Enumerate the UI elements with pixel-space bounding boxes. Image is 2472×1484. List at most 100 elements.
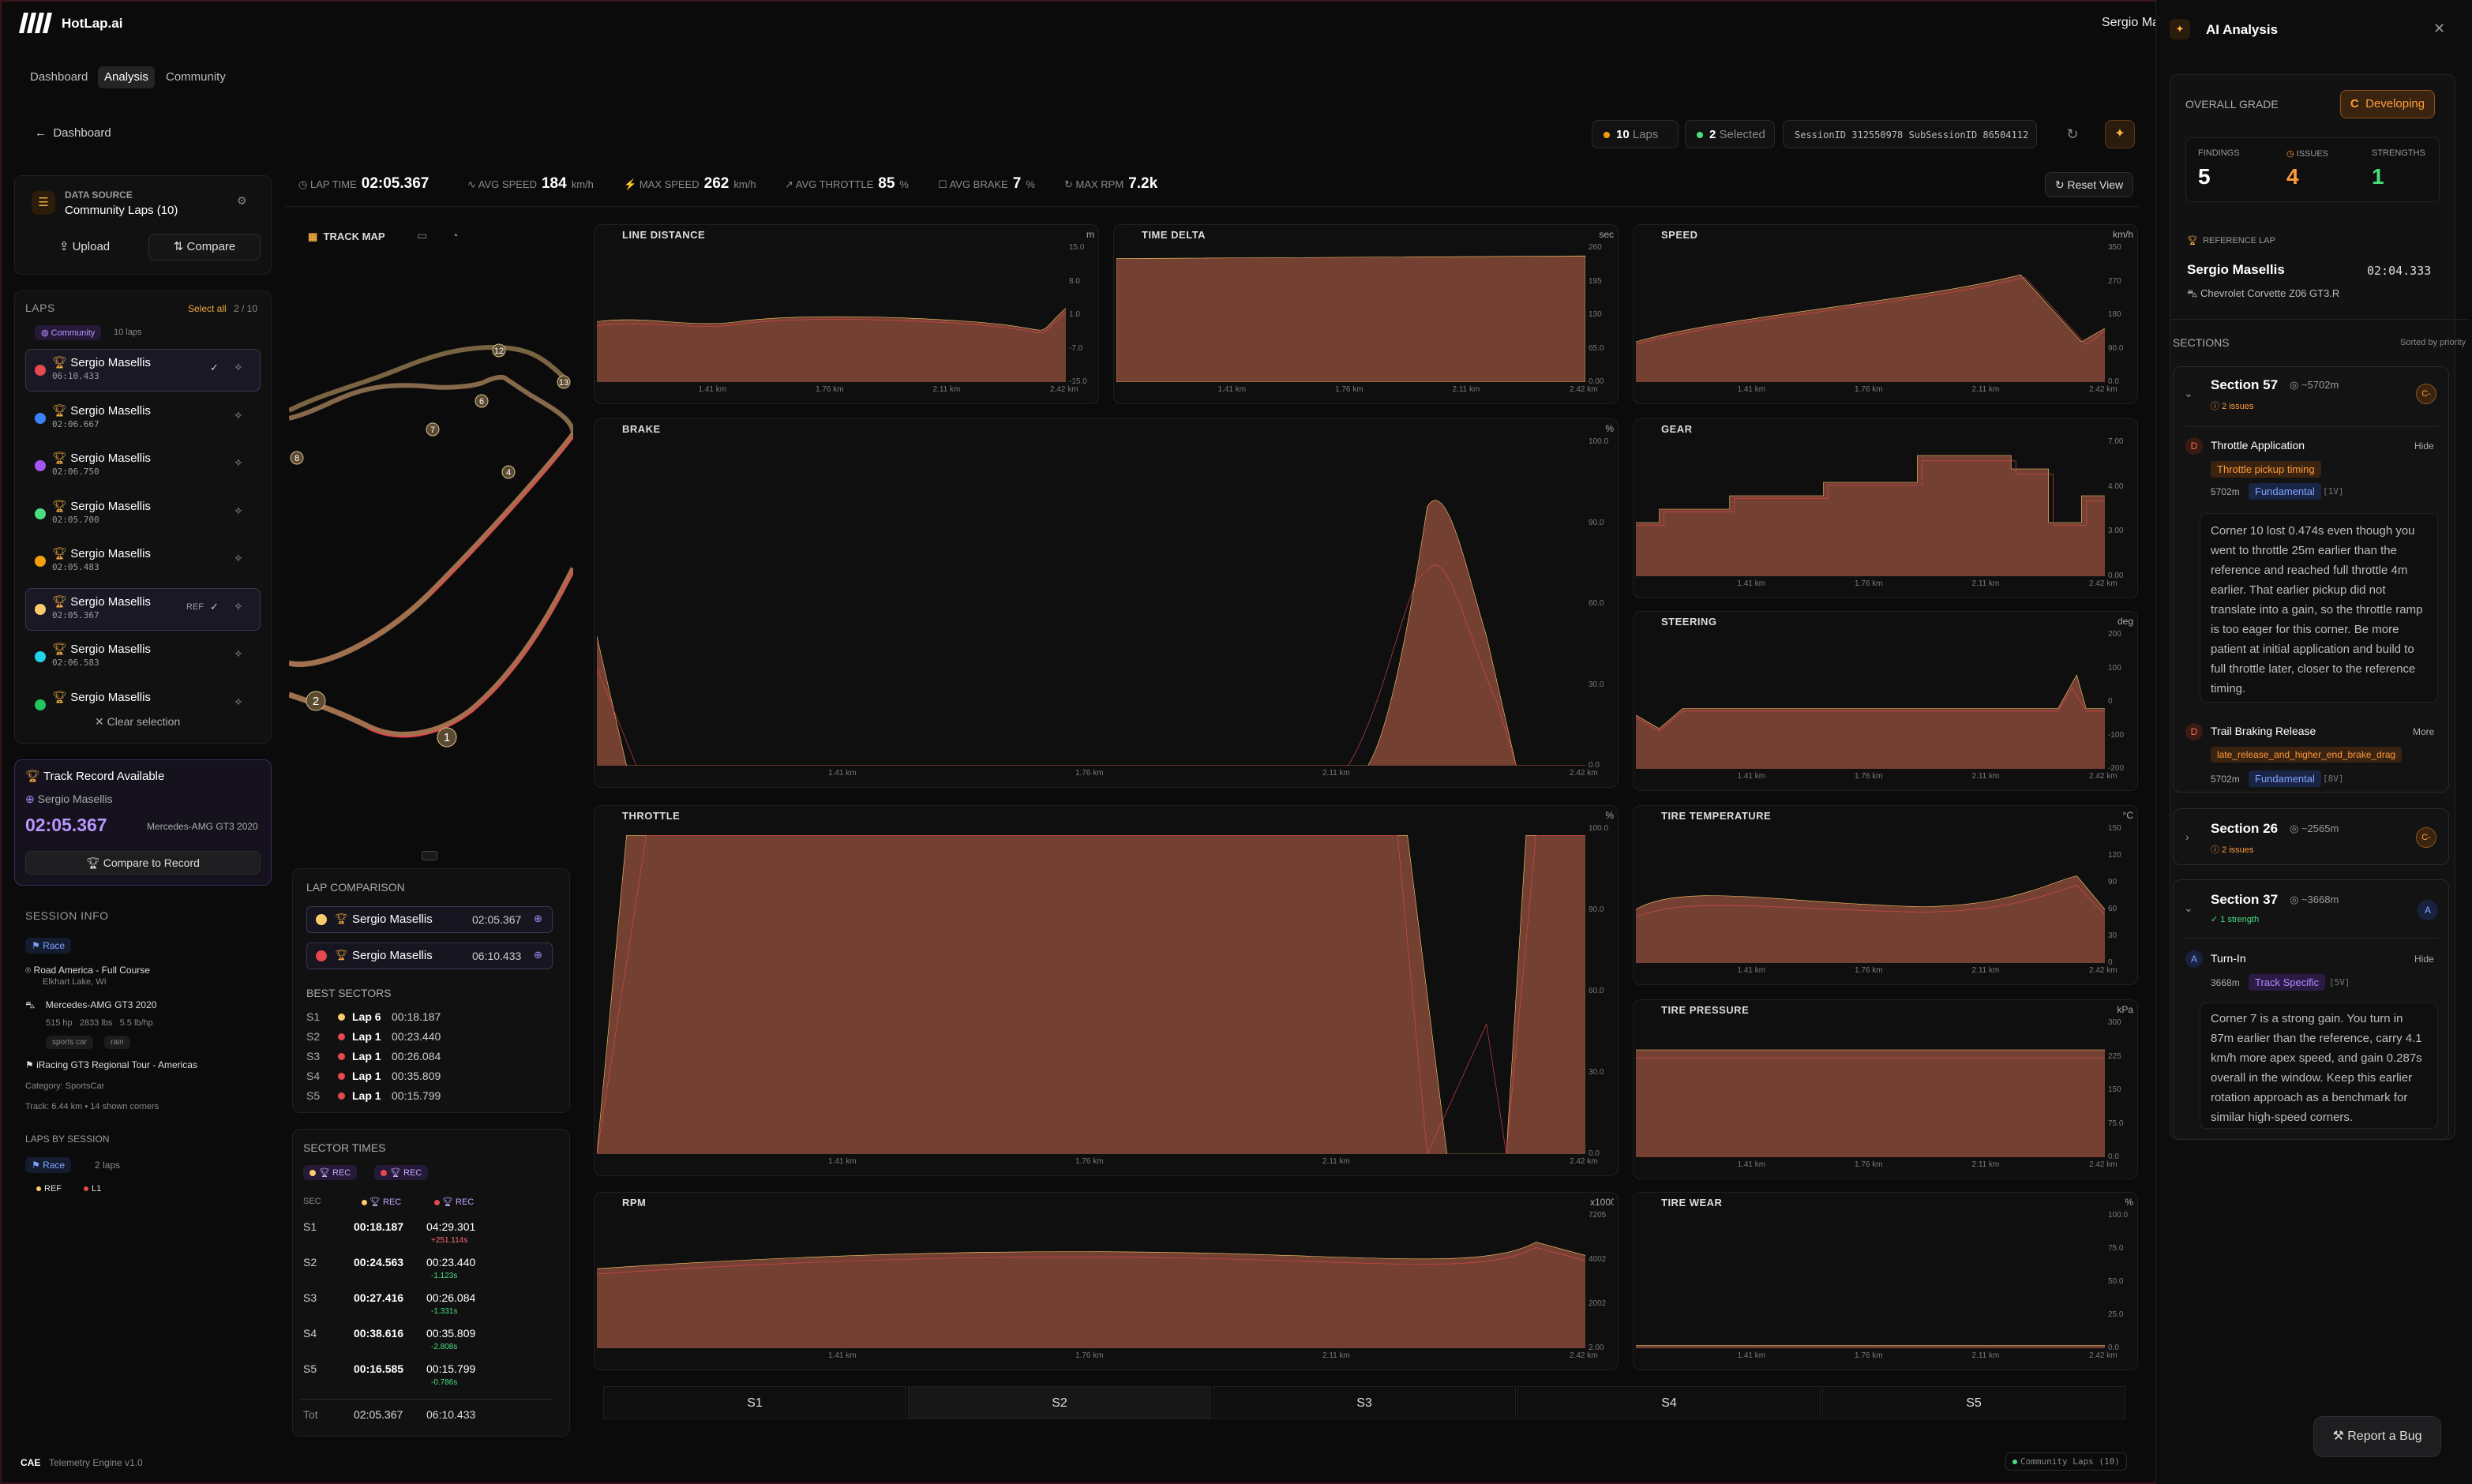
track-map[interactable]: 12 13 7 6 8 4 2 1 [289, 332, 573, 774]
check-icon: ✓ [210, 362, 219, 373]
sector-tab-s4[interactable]: S4 [1517, 1386, 1821, 1419]
palette-icon[interactable]: ◔ [452, 229, 458, 242]
nav-community[interactable]: Community [159, 66, 232, 88]
y-tick-label: 200 [2108, 630, 2121, 639]
stat-avg-throttle: ↗ AVG THROTTLE 85% [785, 175, 909, 192]
finding-hide-button[interactable]: Hide [2414, 440, 2434, 452]
y-tick-label: 150 [2108, 824, 2121, 833]
settings-icon[interactable]: ⚙ [237, 194, 247, 208]
x-tick-label: 1.41 km [1737, 579, 1766, 588]
severity-d-badge: D [2185, 723, 2203, 740]
section-26-card[interactable] [2173, 808, 2449, 865]
report-bug-button[interactable]: ⚒ Report a Bug [2313, 1416, 2441, 1457]
finding-trail-confidence: [8V] [2323, 774, 2344, 784]
stat-lap-time-value: 02:05.367 [361, 175, 430, 192]
chart-title: TIRE WEAR [1661, 1197, 1723, 1209]
sector-time-a: 00:16.585 [354, 1362, 404, 1375]
chart-unit: x1000 [1590, 1197, 1614, 1208]
track-map-tab[interactable]: ▦ TRACK MAP [308, 230, 385, 243]
globe-icon: ⊕ [534, 913, 542, 924]
overall-grade-text: Developing [2365, 97, 2425, 111]
sector-header-a: 🏆︎ REC [362, 1197, 401, 1207]
sector-tab-s2[interactable]: S2 [908, 1386, 1211, 1419]
finding-trail-tag: late_release_and_higher_end_brake_drag [2211, 747, 2403, 763]
sector-header-b-label: REC [456, 1197, 475, 1207]
sector-tab-s1[interactable]: S1 [603, 1386, 906, 1419]
best-sector-lap: Lap 1 [352, 1050, 381, 1062]
sector-tab-s5[interactable]: S5 [1822, 1386, 2125, 1419]
y-tick-label: 180 [2108, 310, 2121, 319]
corner-label: 7 [430, 425, 435, 435]
nav-analysis[interactable]: Analysis [98, 66, 155, 88]
reference-lap-label-text: REFERENCE LAP [2203, 236, 2275, 245]
sparkle-icon[interactable]: ✧ [234, 552, 243, 565]
chevron-down-icon[interactable]: ⌄ [2184, 387, 2193, 400]
lap-comparison-time: 06:10.433 [472, 950, 522, 962]
car-icon: ⛍ [25, 999, 46, 1010]
filter-count: 10 laps [114, 328, 142, 337]
sparkle-icon[interactable]: ✧ [234, 504, 243, 518]
section-57-title[interactable]: Section 57 [2211, 377, 2278, 393]
select-all-link[interactable]: Select all [188, 303, 227, 314]
sparkle-icon[interactable]: ✧ [234, 361, 243, 374]
y-tick-label: 100 [2108, 663, 2121, 673]
nav-dashboard[interactable]: Dashboard [24, 66, 94, 88]
ai-sparkle-icon[interactable]: ✦ [2105, 120, 2135, 148]
sparkle-icon[interactable]: ✧ [234, 647, 243, 661]
video-icon[interactable]: ▭ [417, 229, 427, 242]
car-icon: ⛍ [2187, 287, 2201, 299]
x-tick-label: 2.42 km [2089, 579, 2118, 588]
lap-driver-name: 🏆︎ Sergio Masellis [52, 642, 151, 656]
upload-button[interactable]: ⇪ Upload [35, 234, 134, 260]
reset-view-button[interactable]: ↻ Reset View [2045, 172, 2133, 197]
y-tick-label: 90 [2108, 878, 2118, 886]
session-car-name: Mercedes-AMG GT3 2020 [45, 999, 157, 1010]
stat-lap-time: ◷ LAP TIME 02:05.367 [298, 175, 430, 192]
chevron-right-icon[interactable]: › [2185, 830, 2189, 843]
y-tick-label: 130 [1589, 310, 1602, 319]
section-57-sub: ⓘ 2 issues [2211, 402, 2254, 411]
track-record-driver: ⊕ Sergio Masellis [25, 793, 113, 806]
section-37-title[interactable]: Section 37 [2211, 892, 2278, 908]
lap-driver-name-text: Sergio Masellis [70, 690, 151, 704]
best-sector-time: 00:23.440 [392, 1030, 441, 1043]
best-sector-label: S3 [306, 1050, 321, 1062]
best-sector-lap: Lap 1 [352, 1089, 381, 1102]
finding-more-button[interactable]: More [2413, 726, 2434, 737]
close-icon[interactable]: ✕ [2433, 21, 2445, 37]
finding-turnin-hide[interactable]: Hide [2414, 954, 2434, 965]
x-tick-label: 1.41 km [1737, 966, 1766, 975]
race-session-tag[interactable]: ⚑ Race [25, 1157, 72, 1173]
sparkle-icon[interactable]: ✧ [234, 695, 243, 709]
x-tick-label: 2.11 km [1971, 1160, 2000, 1169]
filter-community-tag[interactable]: ◍ Community [35, 325, 102, 340]
sparkle-icon[interactable]: ✧ [234, 456, 243, 470]
resize-handle[interactable] [422, 851, 437, 860]
x-tick-label: 1.41 km [1737, 772, 1766, 781]
trophy-icon: 🏆︎ [52, 594, 71, 609]
stat-max-rpm-label: MAX RPM [1075, 178, 1124, 190]
ref-lap-chip[interactable]: REF [36, 1184, 62, 1194]
refresh-icon[interactable]: ↻ [2057, 120, 2088, 148]
ref-badge: REF [186, 601, 204, 612]
chevron-down-icon[interactable]: ⌄ [2184, 901, 2193, 915]
section-26-dist-text: ~2565m [2301, 823, 2339, 834]
back-label: Dashboard [53, 126, 111, 140]
sector-tab-s3[interactable]: S3 [1213, 1386, 1516, 1419]
l1-lap-chip[interactable]: L1 [84, 1184, 101, 1194]
flag-icon: ⚑ [32, 940, 43, 951]
sparkle-icon[interactable]: ✧ [234, 409, 243, 422]
section-26-title[interactable]: Section 26 [2211, 821, 2278, 837]
back-link[interactable]: ← Dashboard [35, 126, 111, 140]
x-tick-label: 2.11 km [932, 385, 961, 394]
best-sectors-title: BEST SECTORS [306, 987, 392, 999]
lap-driver-name: 🏆︎ Sergio Masellis [52, 546, 151, 560]
section-26-dist: ◎ ~2565m [2290, 823, 2339, 834]
stat-max-rpm-value: 7.2k [1128, 175, 1158, 192]
clear-selection-button[interactable]: ✕ Clear selection [95, 715, 180, 729]
x-tick-label: 1.41 km [1217, 385, 1247, 394]
sparkle-icon[interactable]: ✧ [234, 600, 243, 613]
compare-button[interactable]: ⇅ Compare [148, 234, 261, 260]
user-name[interactable]: Sergio Ma [2102, 16, 2159, 30]
compare-to-record-button[interactable]: 🏆︎ Compare to Record [25, 851, 261, 875]
